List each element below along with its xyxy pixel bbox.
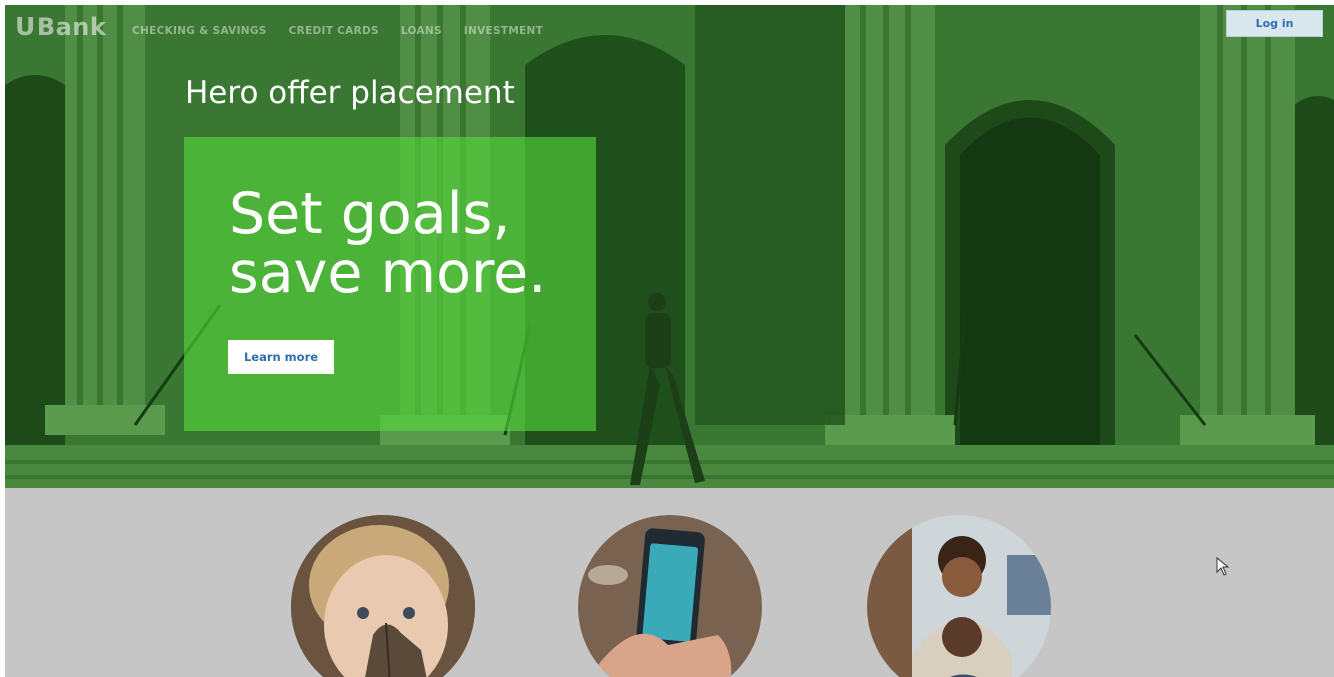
top-navigation-bar: U Bank CHECKING & SAVINGS CREDIT CARDS L… <box>5 5 1334 53</box>
main-nav: CHECKING & SAVINGS CREDIT CARDS LOANS IN… <box>132 25 543 37</box>
mouse-cursor-icon <box>1216 557 1230 576</box>
nav-item-investment[interactable]: INVESTMENT <box>464 25 543 37</box>
phone-in-hand-image <box>578 515 762 677</box>
offer-headline-line-1: Set goals, <box>229 181 511 247</box>
hero-section: U Bank CHECKING & SAVINGS CREDIT CARDS L… <box>5 5 1334 488</box>
logo-mark: U <box>15 12 36 41</box>
login-button[interactable]: Log in <box>1226 10 1323 37</box>
page-frame: U Bank CHECKING & SAVINGS CREDIT CARDS L… <box>5 5 1334 677</box>
learn-more-button[interactable]: Learn more <box>228 340 334 374</box>
logo-text: Bank <box>36 12 107 41</box>
hero-offer-box: Set goals, save more. Learn more <box>184 137 596 431</box>
nav-item-credit-cards[interactable]: CREDIT CARDS <box>289 25 379 37</box>
feature-section <box>5 488 1334 677</box>
hero-placement-label: Hero offer placement <box>185 75 515 111</box>
offer-headline: Set goals, save more. <box>229 185 589 303</box>
offer-headline-line-2: save more. <box>229 240 547 306</box>
ubank-logo[interactable]: U Bank <box>15 12 106 41</box>
smiling-couple-image <box>867 515 1051 677</box>
nav-item-checking-savings[interactable]: CHECKING & SAVINGS <box>132 25 267 37</box>
nav-item-loans[interactable]: LOANS <box>401 25 442 37</box>
child-with-leaf-image <box>291 515 475 677</box>
